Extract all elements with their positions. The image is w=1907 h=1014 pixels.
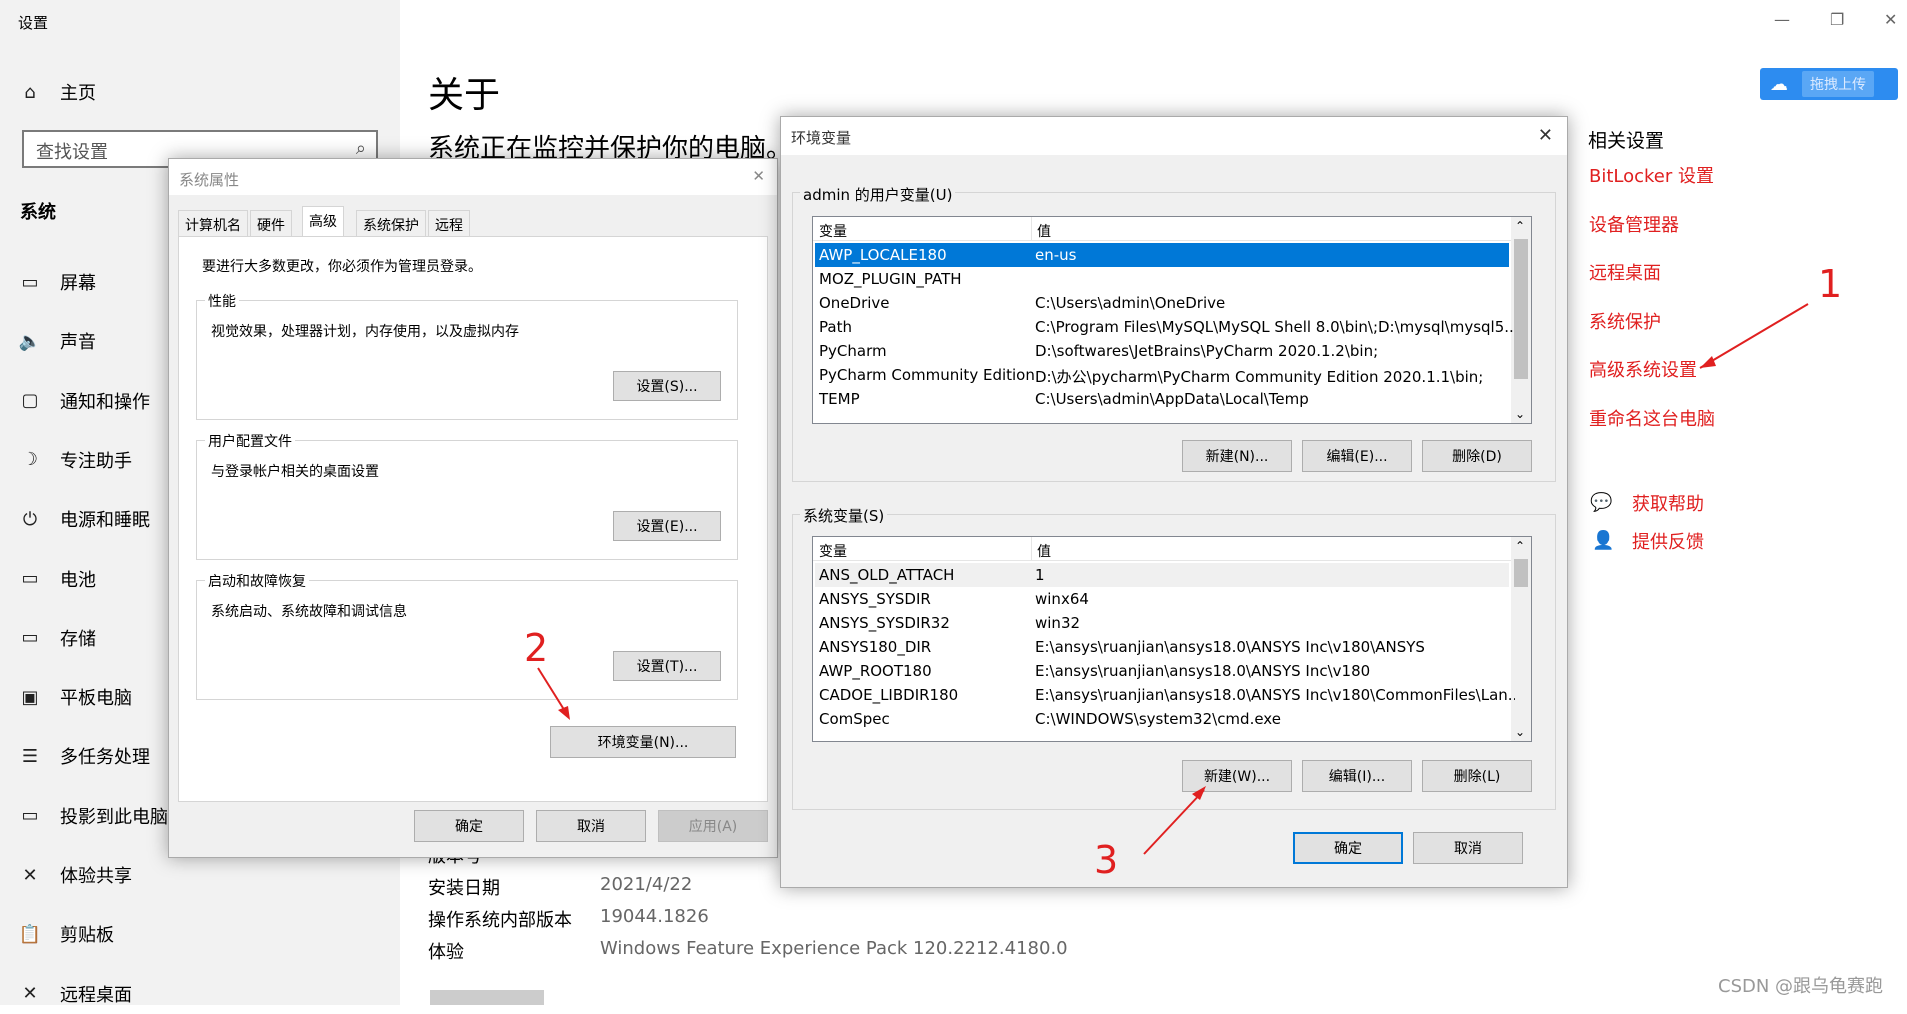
arrow-3-head (1192, 786, 1206, 800)
arrow-1-head (1700, 356, 1716, 368)
arrow-1 (1699, 303, 1809, 369)
arrow-3 (1143, 789, 1205, 855)
annotation-layer (537, 303, 1809, 855)
annotation-2: 2 (524, 626, 549, 670)
arrow-2-head (558, 706, 570, 720)
annotation-1: 1 (1818, 262, 1843, 306)
annotation-3: 3 (1094, 838, 1119, 882)
